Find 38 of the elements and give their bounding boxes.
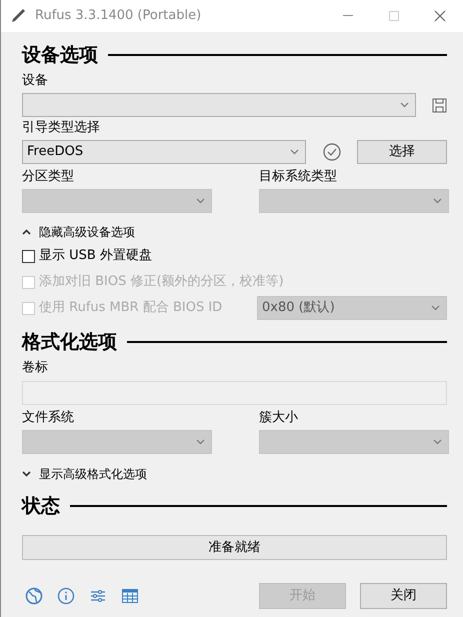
info-icon[interactable] [57, 587, 75, 605]
field-label: 卷标 [22, 358, 49, 376]
field-label: 目标系统类型 [259, 168, 338, 186]
chevron-down-icon [196, 439, 205, 445]
section-heading: 设备选项 [22, 42, 98, 68]
section-heading: 状态 [22, 494, 60, 519]
collapse-toggle[interactable]: 隐藏高级设备选项 [39, 223, 135, 241]
field-label: 引导类型选择 [22, 118, 101, 136]
checkbox[interactable] [22, 250, 35, 262]
select-button[interactable]: 选择 [357, 140, 447, 164]
save-button[interactable] [432, 98, 447, 112]
table-icon[interactable] [121, 587, 139, 605]
field-label: 文件系统 [22, 408, 75, 426]
action-button[interactable]: 关闭 [360, 583, 447, 609]
checkbox-label: 显示 USB 外置硬盘 [39, 247, 152, 266]
chevron-down-icon [196, 198, 205, 204]
bios-id-dropdown[interactable]: 0x80 (默认) [257, 296, 447, 320]
chevron-down-icon [433, 439, 442, 445]
close-icon[interactable] [434, 10, 446, 22]
chevron-down-icon [431, 305, 440, 311]
expand-toggle[interactable]: 显示高级格式化选项 [39, 465, 147, 483]
chevron-down-icon [290, 149, 299, 155]
chevron-down-icon [400, 102, 409, 108]
status-bar: 准备就绪 [22, 535, 447, 560]
field-label: 分区类型 [22, 168, 75, 186]
boot-dropdown[interactable]: FreeDOS [22, 140, 306, 164]
minimize-icon[interactable] [343, 15, 353, 17]
checkbox-label: 添加对旧 BIOS 修正(额外的分区，校准等) [39, 273, 284, 292]
checkbox-label: 使用 Rufus MBR 配合 BIOS ID [39, 299, 222, 318]
field-label: 簇大小 [259, 408, 299, 426]
window-title: Rufus 3.3.1400 (Portable) [35, 7, 202, 26]
check-button[interactable] [323, 143, 341, 161]
section-heading: 格式化选项 [22, 330, 117, 355]
globe-icon[interactable] [25, 587, 43, 605]
chevron-down-icon [433, 198, 442, 204]
device-dropdown[interactable] [22, 93, 416, 117]
field-label: 设备 [22, 72, 49, 90]
settings-icon[interactable] [89, 587, 107, 605]
